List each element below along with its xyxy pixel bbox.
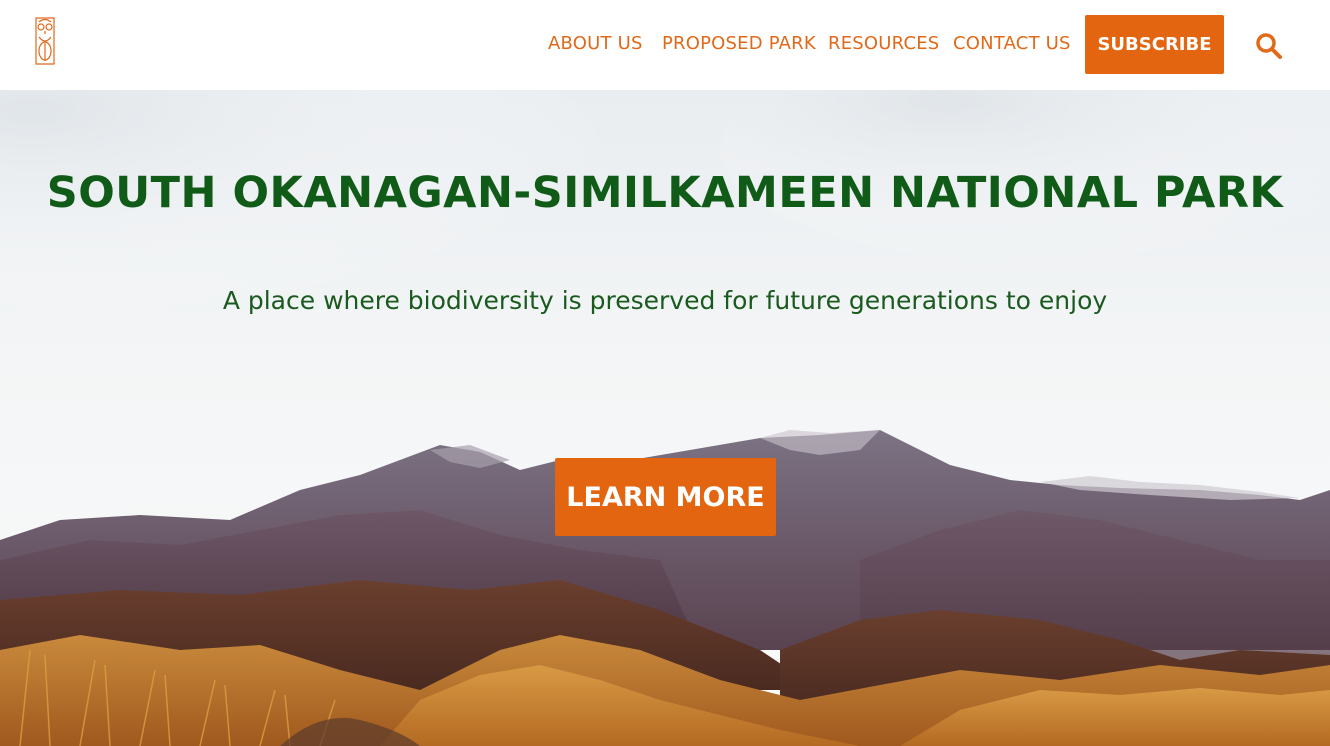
hero-section: SOUTH OKANAGAN-SIMILKAMEEN NATIONAL PARK… (0, 90, 1330, 746)
nav-about-us[interactable]: ABOUT US (548, 33, 643, 57)
hero-title: SOUTH OKANAGAN-SIMILKAMEEN NATIONAL PARK (46, 168, 1284, 218)
site-header: ABOUT US PROPOSED PARK RESOURCES CONTACT… (0, 0, 1330, 90)
owl-logo-icon[interactable] (30, 15, 60, 67)
nav-proposed-park[interactable]: PROPOSED PARK (662, 33, 816, 57)
learn-more-button[interactable]: LEARN MORE (555, 458, 776, 536)
hero-subtitle: A place where biodiversity is preserved … (222, 286, 1108, 315)
nav-contact-us[interactable]: CONTACT US (953, 33, 1071, 57)
search-icon[interactable] (1255, 32, 1283, 60)
subscribe-button[interactable]: SUBSCRIBE (1085, 15, 1224, 74)
nav-resources[interactable]: RESOURCES (828, 33, 939, 57)
